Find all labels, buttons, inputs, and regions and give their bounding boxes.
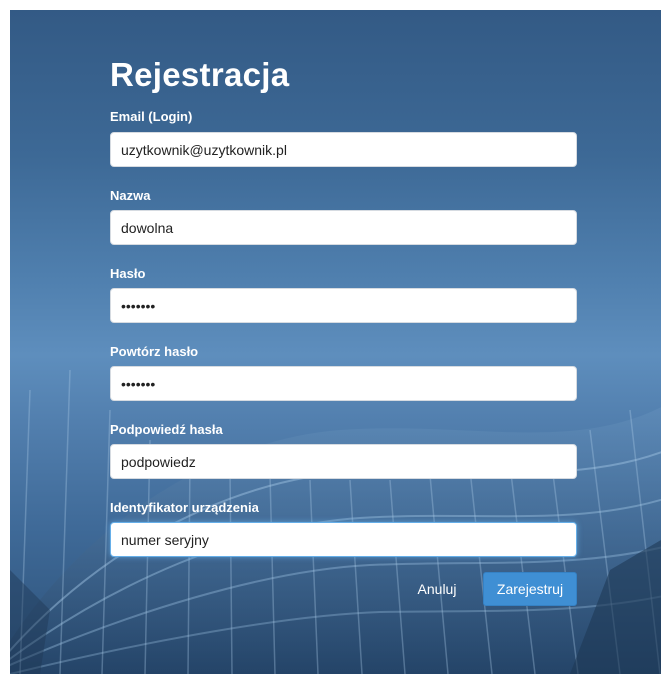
- repeat-password-label: Powtórz hasło: [110, 344, 199, 359]
- name-label: Nazwa: [110, 188, 151, 203]
- repeat-password-field[interactable]: [110, 366, 577, 401]
- password-hint-label: Podpowiedź hasła: [110, 422, 223, 437]
- email-field[interactable]: [110, 132, 577, 167]
- cancel-button[interactable]: Anuluj: [406, 572, 468, 606]
- register-button[interactable]: Zarejestruj: [483, 572, 577, 606]
- email-label: Email (Login): [110, 109, 193, 124]
- registration-panel: Rejestracja Email (Login) Nazwa Hasło Po…: [10, 10, 661, 674]
- name-field[interactable]: [110, 210, 577, 245]
- device-id-field[interactable]: [110, 522, 577, 557]
- password-hint-field[interactable]: [110, 444, 577, 479]
- device-id-label: Identyfikator urządzenia: [110, 500, 259, 515]
- form-title: Rejestracja: [110, 56, 290, 93]
- password-field[interactable]: [110, 288, 577, 323]
- password-label: Hasło: [110, 266, 146, 281]
